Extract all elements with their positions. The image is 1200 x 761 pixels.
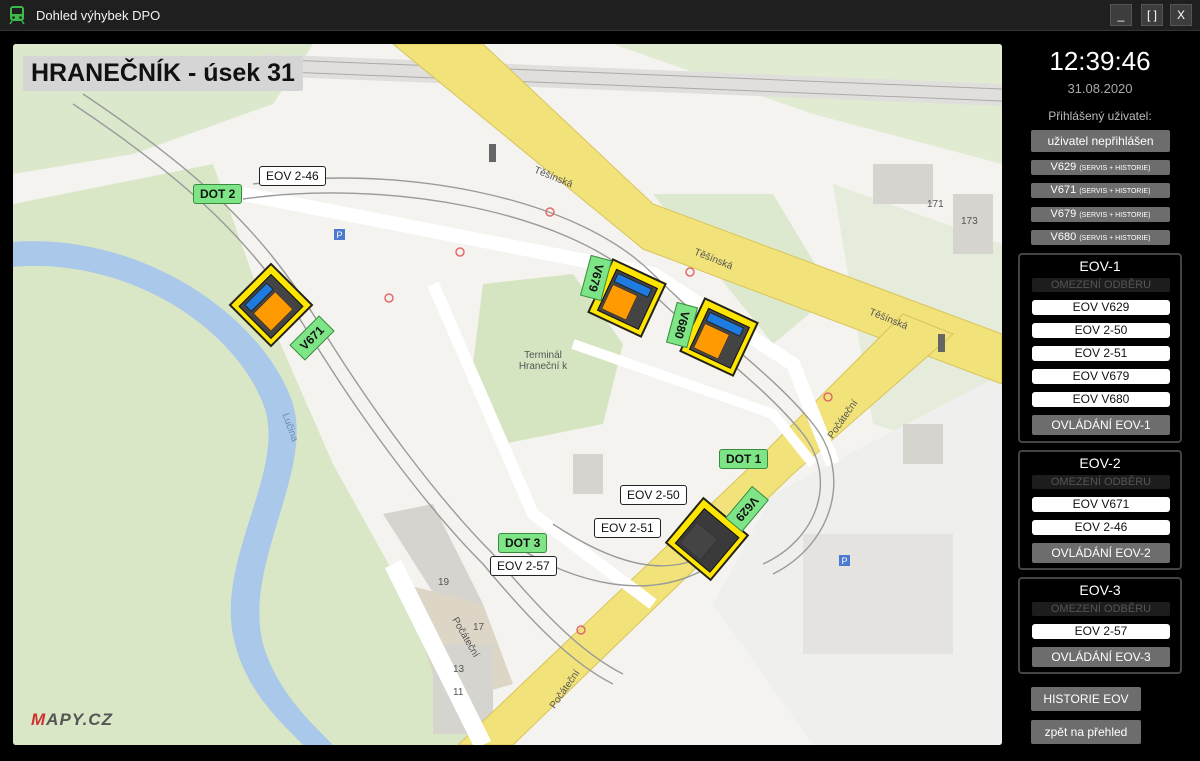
window-title: Dohled výhybek DPO xyxy=(36,8,161,23)
dot-2-tag[interactable]: DOT 2 xyxy=(193,184,243,204)
house-number: 17 xyxy=(473,622,485,633)
svg-text:P: P xyxy=(337,230,343,240)
eov-status-row[interactable]: EOV V671 xyxy=(1032,497,1170,512)
switch-state-dark xyxy=(678,521,719,561)
house-number: 171 xyxy=(927,199,944,210)
logo-letter: M xyxy=(31,710,47,729)
eov-3-group: EOV-3 OMEZENÍ ODBĚRU EOV 2-57 OVLÁDÁNÍ E… xyxy=(1018,577,1182,674)
service-button-v679[interactable]: V679 (SERVIS + HISTORIE) xyxy=(1031,207,1170,222)
eov-2-group: EOV-2 OMEZENÍ ODBĚRU EOV V671 EOV 2-46 O… xyxy=(1018,450,1182,570)
eov-status-row[interactable]: EOV 2-50 xyxy=(1032,323,1170,338)
clock: 12:39:46 xyxy=(1049,46,1151,76)
map-panel[interactable]: P P Těšínská Těšínská Těšínská Počáteční… xyxy=(13,44,1002,745)
section-title: HRANEČNÍK - úsek 31 xyxy=(23,56,303,91)
logged-user-label: Přihlášený uživatel: xyxy=(1048,109,1152,123)
eov-3-control-button[interactable]: OVLÁDÁNÍ EOV-3 xyxy=(1032,647,1170,667)
switch-body xyxy=(688,307,751,369)
group-title: EOV-2 xyxy=(1079,455,1121,471)
svg-text:P: P xyxy=(842,556,848,566)
service-button-v629[interactable]: V629 (SERVIS + HISTORIE) xyxy=(1031,160,1170,175)
eov-2-control-button[interactable]: OVLÁDÁNÍ EOV-2 xyxy=(1032,543,1170,563)
house-number: 13 xyxy=(453,664,465,675)
service-button-v671[interactable]: V671 (SERVIS + HISTORIE) xyxy=(1031,183,1170,198)
terminal-label: Terminál Hraneční k xyxy=(518,350,568,372)
eov-1-control-button[interactable]: OVLÁDÁNÍ EOV-1 xyxy=(1032,415,1170,435)
service-suffix: (SERVIS + HISTORIE) xyxy=(1079,235,1151,242)
service-button-v680[interactable]: V680 (SERVIS + HISTORIE) xyxy=(1031,230,1170,245)
limit-consumption-indicator: OMEZENÍ ODBĚRU xyxy=(1032,475,1170,489)
service-suffix: (SERVIS + HISTORIE) xyxy=(1079,212,1151,219)
limit-consumption-indicator: OMEZENÍ ODBĚRU xyxy=(1032,278,1170,292)
mapy-cz-logo: MAPY.CZ xyxy=(31,710,113,730)
back-to-overview-button[interactable]: zpět na přehled xyxy=(1031,720,1141,744)
title-bar: Dohled výhybek DPO _ [ ] X xyxy=(0,0,1200,31)
map-background: P P xyxy=(13,44,1002,745)
group-title: EOV-3 xyxy=(1079,582,1121,598)
button-label: V679 xyxy=(1050,208,1077,220)
service-suffix: (SERVIS + HISTORIE) xyxy=(1079,165,1151,172)
service-suffix: (SERVIS + HISTORIE) xyxy=(1079,188,1151,195)
tram-icon xyxy=(9,6,25,25)
eov-status-row[interactable]: EOV 2-46 xyxy=(1032,520,1170,535)
eov-2-46-tag[interactable]: EOV 2-46 xyxy=(259,166,326,186)
eov-2-57-tag[interactable]: EOV 2-57 xyxy=(490,556,557,576)
house-number: 19 xyxy=(438,577,450,588)
button-label: V671 xyxy=(1050,184,1077,196)
eov-2-50-tag[interactable]: EOV 2-50 xyxy=(620,485,687,505)
login-button[interactable]: uživatel nepřihlášen xyxy=(1031,130,1170,152)
eov-status-row[interactable]: EOV 2-51 xyxy=(1032,346,1170,361)
sidebar: 12:39:46 31.08.2020 Přihlášený uživatel:… xyxy=(1010,44,1196,754)
maximize-button[interactable]: [ ] xyxy=(1141,4,1163,26)
eov-2-51-tag[interactable]: EOV 2-51 xyxy=(594,518,661,538)
dot-3-tag[interactable]: DOT 3 xyxy=(498,533,548,553)
house-number: 11 xyxy=(453,687,464,698)
eov-1-group: EOV-1 OMEZENÍ ODBĚRU EOV V629 EOV 2-50 E… xyxy=(1018,253,1182,443)
date: 31.08.2020 xyxy=(1067,81,1133,96)
eov-status-row[interactable]: EOV 2-57 xyxy=(1032,624,1170,639)
button-label: V680 xyxy=(1050,231,1077,243)
house-number: 173 xyxy=(961,216,978,227)
dot-1-tag[interactable]: DOT 1 xyxy=(719,449,769,469)
minimize-button[interactable]: _ xyxy=(1110,4,1132,26)
eov-status-row[interactable]: EOV V629 xyxy=(1032,300,1170,315)
close-button[interactable]: X xyxy=(1170,4,1192,26)
group-title: EOV-1 xyxy=(1079,258,1121,274)
eov-status-row[interactable]: EOV V680 xyxy=(1032,392,1170,407)
limit-consumption-indicator: OMEZENÍ ODBĚRU xyxy=(1032,602,1170,616)
logo-text: APY.CZ xyxy=(46,710,113,729)
button-label: V629 xyxy=(1050,161,1077,173)
eov-status-row[interactable]: EOV V679 xyxy=(1032,369,1170,384)
eov-history-button[interactable]: HISTORIE EOV xyxy=(1031,687,1141,711)
